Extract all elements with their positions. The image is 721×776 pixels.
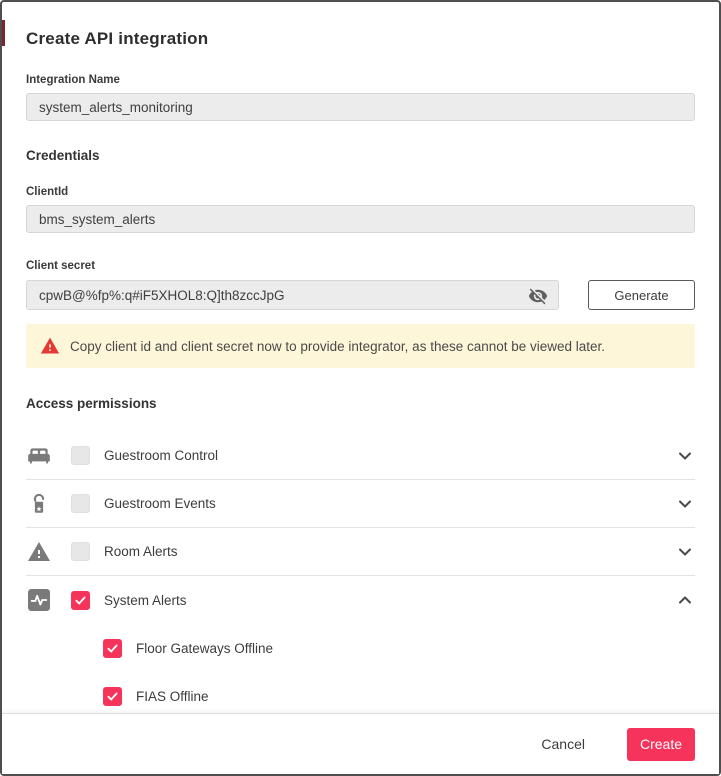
checkbox-floor-gateways-offline[interactable]: [103, 638, 122, 658]
create-button[interactable]: Create: [627, 727, 695, 761]
client-secret-input[interactable]: [26, 280, 559, 310]
permission-label: System Alerts: [104, 592, 187, 608]
background-page-sliver: [2, 20, 5, 46]
warning-icon: [40, 336, 60, 356]
integration-name-label: Integration Name: [26, 74, 120, 86]
permissions-list: Guestroom Control Guestroom Events Room …: [26, 432, 695, 720]
create-api-integration-dialog: Create API integration Integration Name …: [2, 29, 719, 720]
permission-label: Room Alerts: [104, 544, 178, 559]
checkbox-guestroom-events[interactable]: [71, 494, 90, 513]
checkbox-room-alerts[interactable]: [71, 542, 90, 561]
chevron-down-icon[interactable]: [675, 542, 695, 562]
permission-child-floor-gateways-offline: Floor Gateways Offline: [26, 624, 695, 672]
generate-button[interactable]: Generate: [588, 280, 695, 310]
dialog-title: Create API integration: [26, 29, 209, 48]
cancel-button[interactable]: Cancel: [529, 728, 597, 760]
client-secret-label: Client secret: [26, 260, 96, 272]
dialog-footer: Cancel Create: [2, 713, 719, 774]
checkbox-system-alerts[interactable]: [71, 590, 90, 610]
access-permissions-heading: Access permissions: [26, 396, 157, 411]
permission-label: Guestroom Events: [104, 496, 216, 511]
door-hanger-icon: [26, 492, 52, 516]
permission-label: Floor Gateways Offline: [136, 640, 274, 656]
checkbox-fias-offline[interactable]: [103, 686, 122, 706]
checkbox-guestroom-control[interactable]: [71, 446, 90, 465]
visibility-off-icon[interactable]: [527, 285, 549, 307]
client-id-label: ClientId: [26, 186, 69, 198]
client-secret-field: [26, 280, 559, 310]
permission-row-guestroom-control: Guestroom Control: [26, 432, 695, 480]
warning-text: Copy client id and client secret now to …: [70, 338, 606, 354]
integration-name-input[interactable]: [26, 93, 695, 121]
permission-label: Guestroom Control: [104, 448, 219, 463]
permission-row-system-alerts: System Alerts: [26, 576, 695, 624]
warning-banner: Copy client id and client secret now to …: [26, 324, 695, 368]
bed-icon: [26, 443, 52, 469]
chevron-up-icon[interactable]: [675, 590, 695, 610]
permission-label: FIAS Offline: [136, 688, 209, 704]
pulse-icon: [26, 589, 52, 611]
warning-triangle-icon: [26, 540, 52, 564]
permission-row-room-alerts: Room Alerts: [26, 528, 695, 576]
chevron-down-icon[interactable]: [675, 494, 695, 514]
credentials-heading: Credentials: [26, 148, 100, 163]
permission-row-guestroom-events: Guestroom Events: [26, 480, 695, 528]
chevron-down-icon[interactable]: [675, 446, 695, 466]
client-id-input[interactable]: [26, 205, 695, 233]
